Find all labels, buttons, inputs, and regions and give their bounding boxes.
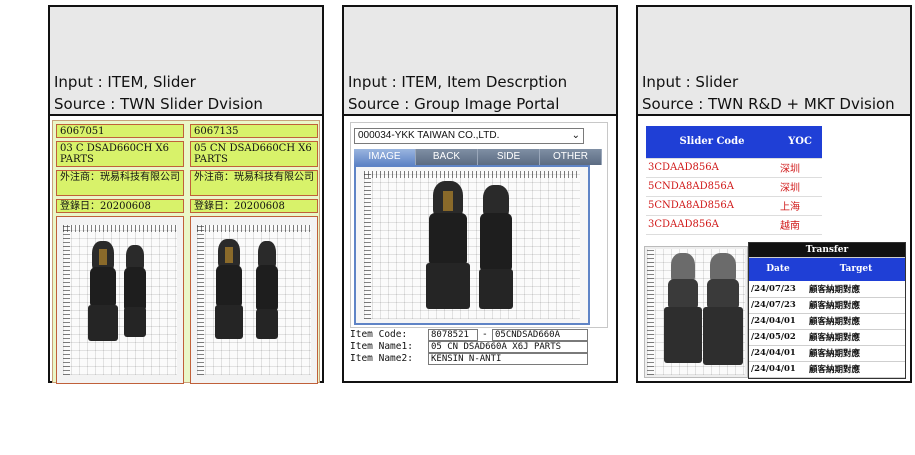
table-row: 5CNDA8AD856A 上海: [646, 196, 822, 216]
zipper-slider-image: [115, 245, 155, 361]
slider-item-id: 6067135: [190, 124, 318, 138]
slider-register-date: 登錄日：20200608: [190, 199, 318, 213]
item-image: [354, 165, 590, 325]
target-cell: 顧客納期對應: [807, 313, 905, 330]
slider-photo: [190, 216, 318, 384]
panel-body: 000034-YKK TAIWAN CO.,LTD. ⌄ IMAGE BACK …: [344, 118, 616, 381]
target-cell: 顧客納期對應: [807, 345, 905, 362]
item-name1-row: Item Name1: 05 CN DSAD660A X6J PARTS: [350, 341, 608, 353]
date-header: Date: [749, 257, 807, 281]
item-info-form: Item Code: 8078521 - 05CNDSAD660A Item N…: [350, 329, 608, 365]
panel-rnd-mkt-division: Input : Slider Source : TWN R&D + MKT Dv…: [636, 5, 912, 383]
slider-code-cell: 3CDAAD856A: [646, 215, 778, 235]
item-code-separator: -: [482, 329, 488, 340]
slider-photo: [56, 216, 184, 384]
transfer-caption: Transfer: [749, 243, 905, 258]
company-select-value: 000034-YKK TAIWAN CO.,LTD.: [358, 130, 500, 141]
panel-header: Input : ITEM, Slider Source : TWN Slider…: [50, 7, 322, 116]
panel-header: Input : Slider Source : TWN R&D + MKT Dv…: [638, 7, 910, 116]
panel-body: Slider Code YOC 3CDAAD856A 深圳 5CNDA8AD85…: [638, 118, 910, 381]
panel-source-label: Source : TWN Slider Dvision: [54, 95, 263, 113]
slider-card: 6067051 03 C DSAD660CH X6 PARTS 外注商：珖易科技…: [56, 124, 184, 384]
slider-register-date: 登錄日：20200608: [56, 199, 184, 213]
slider-code-cell: 5CNDA8AD856A: [646, 196, 778, 216]
panel-input-label: Input : ITEM, Slider: [54, 73, 196, 91]
date-cell: /24/04/01: [749, 345, 807, 362]
image-portal-viewer: 000034-YKK TAIWAN CO.,LTD. ⌄ IMAGE BACK …: [350, 122, 608, 328]
table-row: 3CDAAD856A 越南: [646, 215, 822, 235]
slider-item-desc: 03 C DSAD660CH X6 PARTS: [56, 141, 184, 167]
item-name1-label: Item Name1:: [350, 341, 413, 352]
tab-image[interactable]: IMAGE: [354, 149, 416, 165]
table-row: /24/04/01 顧客納期對應: [749, 361, 905, 378]
item-code-field[interactable]: 8078521: [428, 329, 478, 341]
slider-item-desc: 05 CN DSAD660CH X6 PARTS: [190, 141, 318, 167]
panel-source-label: Source : Group Image Portal: [348, 95, 560, 113]
tab-side[interactable]: SIDE: [478, 149, 540, 165]
table-row: /24/04/01 顧客納期對應: [749, 313, 905, 330]
date-cell: /24/07/23: [749, 281, 807, 298]
panel-input-label: Input : Slider: [642, 73, 739, 91]
yoc-cell: 深圳: [778, 158, 822, 178]
yoc-table: Slider Code YOC 3CDAAD856A 深圳 5CNDA8AD85…: [646, 126, 822, 235]
yoc-cell: 上海: [778, 196, 822, 216]
table-row: /24/07/23 顧客納期對應: [749, 297, 905, 314]
item-name2-row: Item Name2: KENSIN N-ANTI: [350, 353, 608, 365]
target-cell: 顧客納期對應: [807, 329, 905, 346]
table-row: 3CDAAD856A 深圳: [646, 158, 822, 178]
table-row: /24/05/02 顧客納期對應: [749, 329, 905, 346]
zipper-slider-image: [663, 253, 703, 373]
table-row: /24/07/23 顧客納期對應: [749, 281, 905, 298]
slider-code-header: Slider Code: [646, 126, 778, 159]
panel-header: Input : ITEM, Item Descrption Source : G…: [344, 7, 616, 116]
date-cell: /24/07/23: [749, 297, 807, 314]
slider-vendor: 外注商：珖易科技有限公司: [190, 170, 318, 196]
panel-input-label: Input : ITEM, Item Descrption: [348, 73, 568, 91]
panel-body: 6067051 03 C DSAD660CH X6 PARTS 外注商：珖易科技…: [50, 118, 322, 384]
zipper-slider-image: [247, 241, 287, 359]
image-view-tabs: IMAGE BACK SIDE OTHER: [354, 149, 602, 165]
company-select[interactable]: 000034-YKK TAIWAN CO.,LTD. ⌄: [354, 128, 584, 144]
tab-other[interactable]: OTHER: [540, 149, 602, 165]
item-name1-field[interactable]: 05 CN DSAD660A X6J PARTS: [428, 341, 588, 353]
target-cell: 顧客納期對應: [807, 297, 905, 314]
panel-group-image-portal: Input : ITEM, Item Descrption Source : G…: [342, 5, 618, 383]
zipper-slider-image: [701, 253, 745, 373]
panel-source-label: Source : TWN R&D + MKT Dvision: [642, 95, 895, 113]
slider-code-cell: 5CNDA8AD856A: [646, 177, 778, 197]
slider-vendor: 外注商：珖易科技有限公司: [56, 170, 184, 196]
slider-item-id: 6067051: [56, 124, 184, 138]
table-row: /24/04/01 顧客納期對應: [749, 345, 905, 362]
slider-code-cell: 3CDAAD856A: [646, 158, 778, 178]
target-cell: 顧客納期對應: [807, 281, 905, 298]
transfer-table: Transfer Date Target /24/07/23 顧客納期對應 /24…: [748, 242, 906, 379]
date-cell: /24/04/01: [749, 313, 807, 330]
table-row: 5CNDA8AD856A 深圳: [646, 177, 822, 197]
item-name2-label: Item Name2:: [350, 353, 413, 364]
yoc-cell: 深圳: [778, 177, 822, 197]
yoc-cell: 越南: [778, 215, 822, 235]
zipper-slider-image: [209, 239, 249, 359]
panel-slider-division: Input : ITEM, Slider Source : TWN Slider…: [48, 5, 324, 384]
target-cell: 顧客納期對應: [807, 361, 905, 378]
slider-card-sheet: 6067051 03 C DSAD660CH X6 PARTS 外注商：珖易科技…: [52, 120, 320, 384]
item-code-field-2[interactable]: 05CNDSAD660A: [492, 329, 588, 341]
item-code-row: Item Code: 8078521 - 05CNDSAD660A: [350, 329, 608, 341]
slider-card: 6067135 05 CN DSAD660CH X6 PARTS 外注商：珖易科…: [190, 124, 318, 384]
yoc-header: YOC: [778, 126, 822, 159]
date-cell: /24/04/01: [749, 361, 807, 378]
tab-back[interactable]: BACK: [416, 149, 478, 165]
date-cell: /24/05/02: [749, 329, 807, 346]
chevron-down-icon: ⌄: [571, 130, 580, 141]
slider-photo: [644, 246, 748, 378]
zipper-slider-image: [466, 185, 526, 321]
target-header: Target: [807, 257, 905, 281]
item-code-label: Item Code:: [350, 329, 408, 340]
item-name2-field[interactable]: KENSIN N-ANTI: [428, 353, 588, 365]
